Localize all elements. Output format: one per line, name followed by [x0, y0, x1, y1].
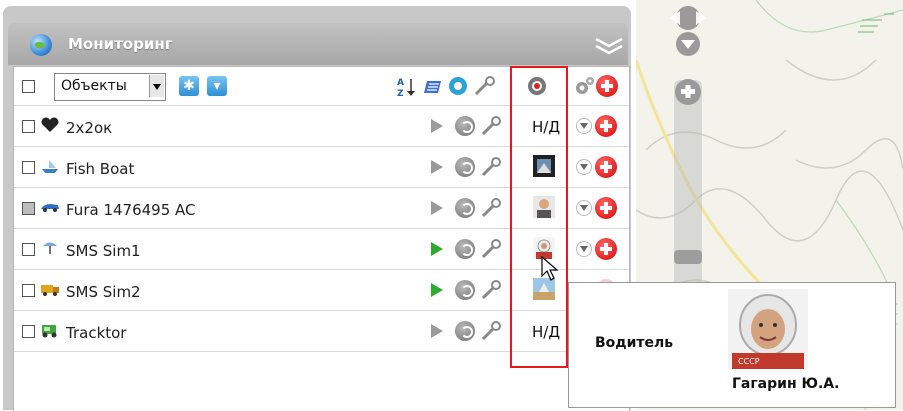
objects-select[interactable]: Объекты	[54, 73, 166, 101]
tractor-icon	[42, 325, 57, 338]
panel-header: Мониторинг	[8, 23, 628, 65]
globe-icon	[30, 34, 52, 56]
object-name: Tracktor	[66, 324, 127, 342]
refresh-icon[interactable]	[455, 116, 475, 136]
delete-icon[interactable]	[595, 238, 617, 260]
play-icon[interactable]	[431, 242, 443, 256]
antenna-icon	[43, 242, 57, 254]
sort-az-icon[interactable]: A Z	[397, 76, 417, 98]
wrench-icon[interactable]	[473, 75, 497, 97]
row-checkbox[interactable]	[22, 243, 35, 256]
panel-title: Мониторинг	[68, 35, 173, 53]
play-icon[interactable]	[431, 324, 443, 338]
wrench-icon[interactable]	[480, 238, 502, 260]
wrench-icon[interactable]	[480, 320, 502, 342]
gears-icon[interactable]	[574, 75, 596, 97]
refresh-icon[interactable]	[455, 321, 475, 341]
truck-icon	[41, 285, 59, 296]
tooltip-label: Водитель	[595, 335, 674, 351]
delete-icon[interactable]	[595, 197, 617, 219]
chevron-down-icon[interactable]: ▾	[207, 76, 227, 96]
dropdown-arrow-icon[interactable]	[149, 75, 164, 97]
mouse-cursor-icon	[541, 256, 559, 281]
svg-text:A: A	[397, 78, 404, 88]
chevron-down-icon[interactable]	[576, 200, 592, 216]
object-name: SMS Sim1	[66, 242, 141, 260]
wrench-icon[interactable]	[480, 197, 502, 219]
settings-gear-icon[interactable]	[447, 75, 469, 97]
monitoring-panel: Мониторинг Объекты ✱ ▾ A Z 2x2ок Н/Д Fis…	[0, 0, 636, 411]
delete-icon[interactable]	[595, 156, 617, 178]
row-checkbox[interactable]	[22, 120, 35, 133]
driver-photo: CCCP	[728, 289, 808, 369]
select-all-checkbox[interactable]	[22, 80, 35, 93]
driver-column-highlight	[510, 66, 568, 368]
chevron-down-icon[interactable]	[576, 118, 592, 134]
refresh-icon[interactable]	[455, 280, 475, 300]
driver-name: Гагарин Ю.А.	[732, 376, 840, 392]
heart-icon	[41, 117, 59, 132]
wrench-icon[interactable]	[480, 115, 502, 137]
row-checkbox[interactable]	[22, 202, 35, 215]
object-name: SMS Sim2	[66, 283, 141, 301]
play-icon[interactable]	[431, 283, 443, 297]
delete-icon[interactable]	[595, 115, 617, 137]
play-icon[interactable]	[431, 160, 443, 174]
svg-text:Z: Z	[397, 89, 404, 98]
chevron-down-icon[interactable]	[576, 241, 592, 257]
svg-text:CCCP: CCCP	[738, 357, 760, 366]
delete-all-icon[interactable]	[596, 75, 618, 97]
row-checkbox[interactable]	[22, 325, 35, 338]
wrench-icon[interactable]	[480, 156, 502, 178]
row-checkbox[interactable]	[22, 284, 35, 297]
play-icon[interactable]	[431, 119, 443, 133]
list-view-icon[interactable]	[423, 77, 443, 97]
refresh-icon[interactable]	[455, 157, 475, 177]
refresh-icon[interactable]	[455, 198, 475, 218]
object-name: 2x2ок	[66, 119, 113, 137]
object-name: Fish Boat	[66, 160, 135, 178]
objects-select-value: Объекты	[61, 78, 127, 94]
play-icon[interactable]	[431, 201, 443, 215]
driver-tooltip: Водитель CCCP Гагарин Ю.А.	[568, 282, 896, 408]
object-name: Fura 1476495 AC	[66, 201, 196, 219]
wrench-icon[interactable]	[480, 279, 502, 301]
boat-icon	[42, 160, 58, 173]
refresh-icon[interactable]	[455, 239, 475, 259]
chevron-down-icon[interactable]	[576, 159, 592, 175]
car-icon	[41, 204, 59, 212]
row-checkbox[interactable]	[22, 161, 35, 174]
asterisk-icon[interactable]: ✱	[179, 76, 199, 96]
collapse-icon[interactable]	[593, 35, 625, 57]
